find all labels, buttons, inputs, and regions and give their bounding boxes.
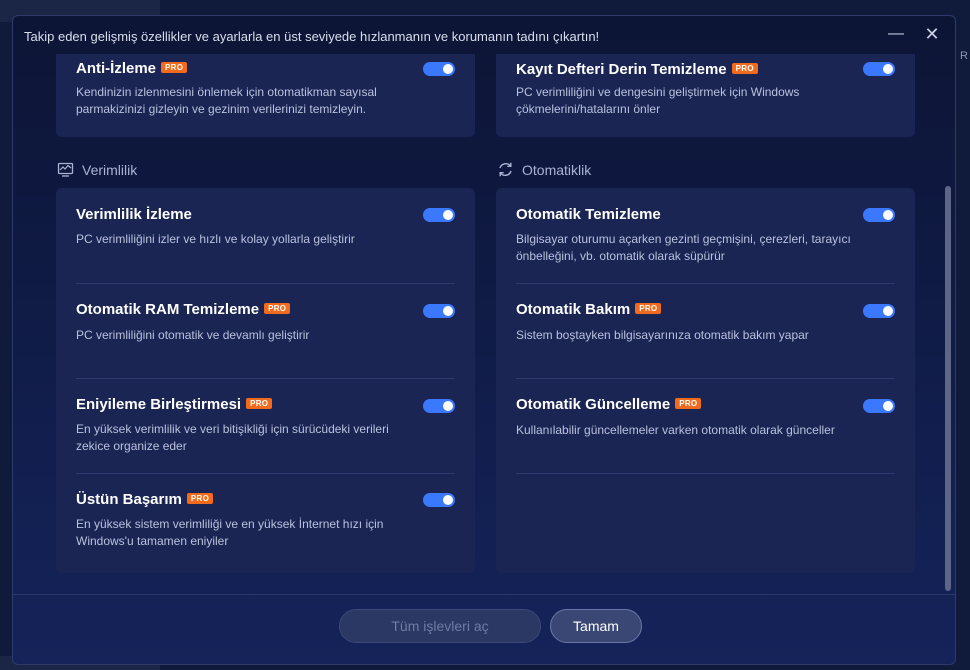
section-label: Otomatiklik	[522, 161, 592, 178]
feature-title: Anti-İzleme PRO	[76, 60, 188, 77]
toggle-knob	[443, 64, 453, 74]
refresh-icon	[499, 162, 512, 177]
feature-title-text: Otomatik RAM Temizleme	[76, 301, 260, 318]
feature-title: Otomatik Temizleme	[516, 206, 661, 223]
feature-description: En yüksek verimlilik ve veri bitişikliği…	[76, 422, 389, 453]
feature-title-text: Üstün Başarım	[76, 491, 182, 508]
section-header-performance: Verimlilik	[57, 161, 137, 178]
feature-item-turbo-boost: Üstün Başarım PRO En yüksek sistem veriml…	[56, 473, 475, 573]
feature-toggle[interactable]	[423, 62, 455, 76]
feature-title-text: Eniyileme Birleştirmesi	[76, 396, 242, 413]
feature-toggle[interactable]	[423, 208, 455, 222]
vertical-scrollbar[interactable]	[945, 186, 951, 591]
feature-title-text: Verimlilik İzleme	[76, 206, 192, 223]
feature-toggle[interactable]	[423, 399, 455, 413]
divider	[516, 473, 895, 474]
feature-title: Otomatik Güncelleme PRO	[516, 396, 702, 413]
pro-badge: PRO	[731, 63, 758, 75]
toggle-knob	[883, 64, 893, 74]
card-automation: Otomatik Temizleme Bilgisayar oturumu aç…	[496, 188, 915, 573]
feature-toggle[interactable]	[863, 399, 895, 413]
feature-description: En yüksek sistem verimliliği ve en yükse…	[76, 517, 384, 548]
feature-description: Kullanılabilir güncellemeler varken otom…	[516, 423, 835, 437]
card-performance: Verimlilik İzleme PC verimliliğini izler…	[56, 188, 475, 573]
feature-title: Otomatik RAM Temizleme PRO	[76, 301, 291, 318]
feature-title-text: Anti-İzleme	[76, 60, 157, 77]
toggle-knob	[443, 306, 453, 316]
chart-monitor-icon	[57, 162, 74, 177]
card-registry-deep-clean: Kayıt Defteri Derin Temizleme PRO PC veri…	[496, 54, 915, 137]
feature-description: PC verimliliğini otomatik ve devamlı gel…	[76, 328, 310, 342]
feature-toggle[interactable]	[863, 62, 895, 76]
feature-title: Üstün Başarım PRO	[76, 491, 214, 508]
dialog-footer: Tüm işlevleri aç Tamam	[13, 594, 955, 664]
feature-title: Kayıt Defteri Derin Temizleme PRO	[516, 61, 758, 78]
pro-badge: PRO	[246, 398, 273, 410]
features-scroll-area[interactable]: Anti-İzleme PRO Kendinizin izlenmesini ön…	[13, 54, 955, 596]
feature-item-auto-clean: Otomatik Temizleme Bilgisayar oturumu aç…	[496, 188, 915, 283]
feature-item: Anti-İzleme PRO Kendinizin izlenmesini ön…	[56, 54, 475, 137]
background-window-edge-text: R	[960, 50, 968, 62]
feature-description: PC verimliliğini ve dengesini geliştirme…	[516, 85, 800, 116]
feature-toggle[interactable]	[423, 304, 455, 318]
title-bar: Takip eden gelişmiş özellikler ve ayarla…	[13, 16, 955, 54]
settings-dialog: Takip eden gelişmiş özellikler ve ayarla…	[12, 15, 956, 665]
feature-item: Kayıt Defteri Derin Temizleme PRO PC veri…	[496, 54, 915, 137]
feature-toggle[interactable]	[423, 493, 455, 507]
pro-badge: PRO	[635, 303, 662, 315]
toggle-knob	[443, 495, 453, 505]
toggle-knob	[883, 306, 893, 316]
card-anti-tracking: Anti-İzleme PRO Kendinizin izlenmesini ön…	[56, 54, 475, 137]
open-all-features-button[interactable]: Tüm işlevleri aç	[339, 609, 541, 643]
feature-item-auto-care: Otomatik Bakım PRO Sistem boştayken bilgi…	[496, 283, 915, 378]
feature-toggle[interactable]	[863, 208, 895, 222]
feature-item-auto-ram-clean: Otomatik RAM Temizleme PRO PC verimliliği…	[56, 283, 475, 378]
section-label: Verimlilik	[82, 161, 138, 178]
feature-title: Eniyileme Birleştirmesi PRO	[76, 396, 273, 413]
feature-item-performance-monitor: Verimlilik İzleme PC verimliliğini izler…	[56, 188, 475, 283]
close-button[interactable]: ✕	[919, 23, 945, 45]
pro-badge: PRO	[161, 62, 188, 74]
toggle-knob	[443, 401, 453, 411]
dialog-title: Takip eden gelişmiş özellikler ve ayarla…	[24, 29, 600, 44]
minimize-button[interactable]: —	[883, 23, 909, 45]
feature-title-text: Otomatik Bakım	[516, 301, 631, 318]
pro-badge: PRO	[675, 398, 702, 410]
ok-button[interactable]: Tamam	[550, 609, 642, 643]
feature-description: PC verimliliğini izler ve hızlı ve kolay…	[76, 232, 355, 246]
pro-badge: PRO	[264, 303, 291, 315]
section-header-automation: Otomatiklik	[497, 161, 591, 178]
feature-title-text: Otomatik Güncelleme	[516, 396, 671, 413]
feature-description: Bilgisayar oturumu açarken gezinti geçmi…	[516, 232, 851, 263]
feature-title-text: Otomatik Temizleme	[516, 206, 661, 223]
feature-description: Kendinizin izlenmesini önlemek için otom…	[76, 85, 377, 116]
toggle-knob	[883, 401, 893, 411]
feature-description: Sistem boştayken bilgisayarınıza otomati…	[516, 328, 809, 342]
toggle-knob	[443, 210, 453, 220]
feature-item-defrag: Eniyileme Birleştirmesi PRO En yüksek ver…	[56, 378, 475, 473]
feature-item-auto-update: Otomatik Güncelleme PRO Kullanılabilir gü…	[496, 378, 915, 473]
toggle-knob	[883, 210, 893, 220]
pro-badge: PRO	[186, 493, 214, 505]
feature-toggle[interactable]	[863, 304, 895, 318]
feature-title-text: Kayıt Defteri Derin Temizleme	[516, 61, 727, 78]
feature-title: Otomatik Bakım PRO	[516, 301, 662, 318]
feature-title: Verimlilik İzleme	[76, 206, 192, 223]
